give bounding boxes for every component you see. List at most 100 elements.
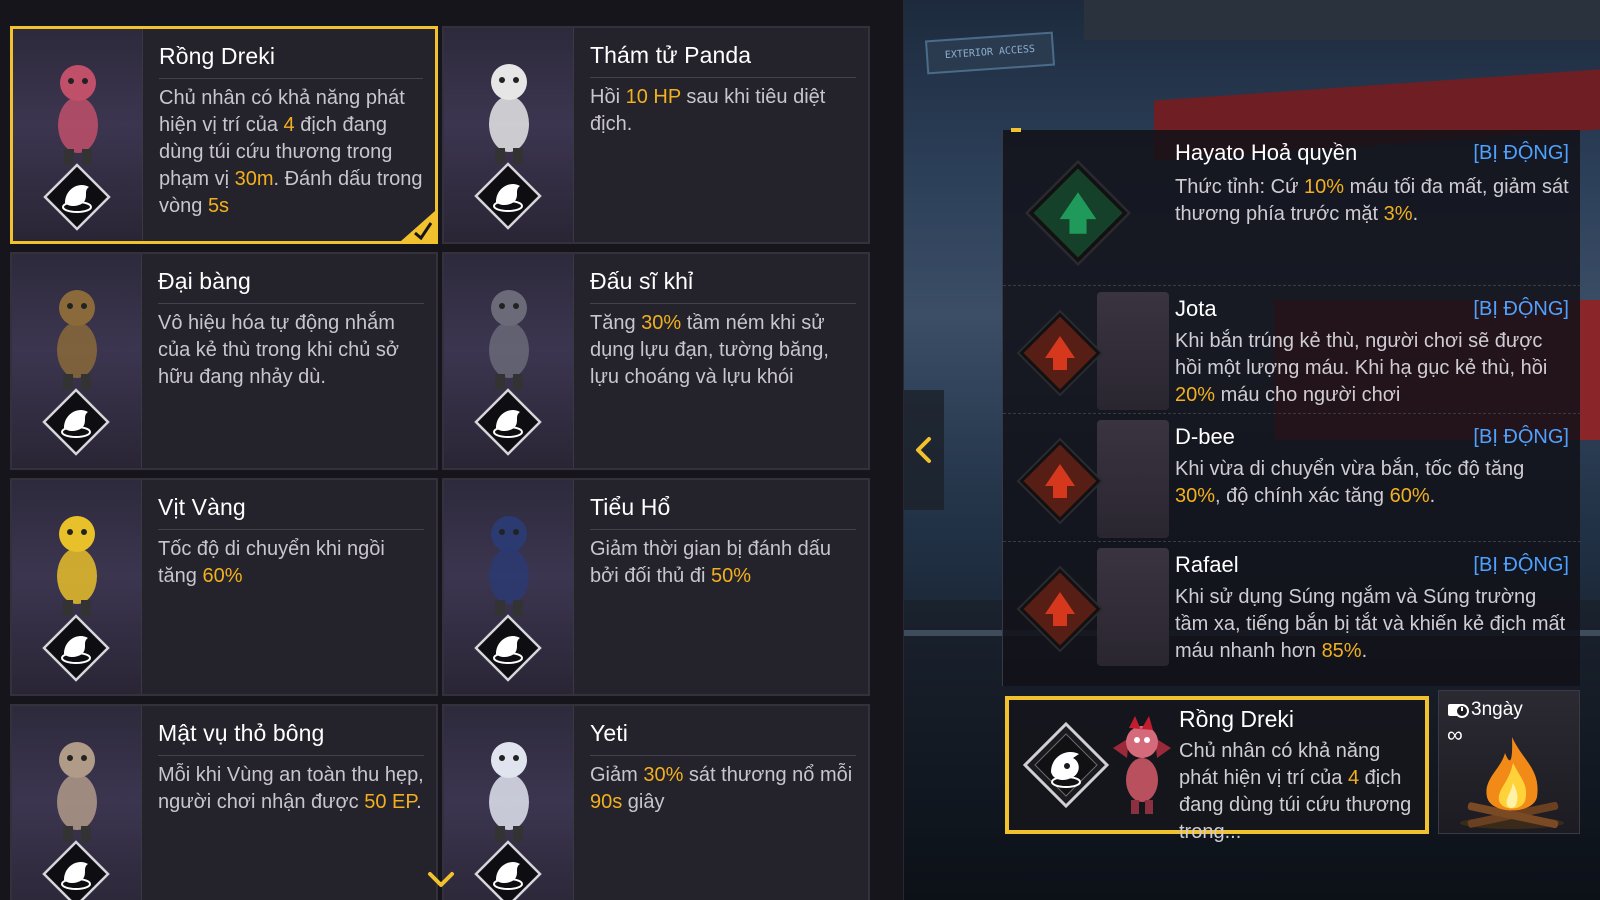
building-roof (1084, 0, 1600, 40)
highlight-value: 5s (207, 195, 230, 217)
pet-figure (56, 516, 97, 616)
ticket-clock-icon (1448, 704, 1469, 718)
selected-check-icon (401, 211, 435, 241)
highlight-value: 85% (1321, 640, 1362, 662)
monkey-throw-icon (474, 388, 542, 456)
pet-figure (488, 290, 529, 390)
armor-up-icon (1024, 159, 1132, 267)
pet-name: Tiểu Hổ (590, 494, 856, 530)
pet-selection-screen: Rồng Dreki Chủ nhân có khả năng phát hiện… (0, 0, 1600, 900)
highlight-value: 20% (1175, 384, 1216, 406)
eagle-icon (42, 388, 110, 456)
highlight-value: 60% (1389, 485, 1430, 507)
skill-type-tag: [BỊ ĐỘNG] (1473, 142, 1569, 164)
skill-description: Thức tỉnh: Cứ 10% máu tối đa mất, giảm s… (1175, 176, 1569, 225)
chevron-left-icon (916, 437, 931, 463)
pet-name: Mật vụ thỏ bông (158, 720, 424, 756)
duck-speed-icon (42, 614, 110, 682)
pet-thumbnail (13, 29, 143, 241)
skill-name: Rafael (1175, 552, 1239, 577)
pet-thumbnail (444, 254, 574, 468)
pet-description: Giảm 30% sát thương nổ mỗi 90s giây (590, 764, 853, 813)
tiger-icon (474, 614, 542, 682)
highlight-value: 4 (1347, 767, 1360, 789)
highlight-value: 30m (234, 168, 274, 190)
scroll-down-chevron-icon[interactable] (424, 868, 458, 892)
highlight-value: 60% (202, 565, 243, 587)
yeti-icon (474, 840, 542, 900)
highlight-value: 10% (1304, 176, 1345, 198)
skill-description: Khi vừa di chuyển vừa bắn, tốc độ tăng 3… (1175, 458, 1525, 507)
pet-thumbnail (444, 706, 574, 900)
skill-type-tag: [BỊ ĐỘNG] (1473, 426, 1569, 448)
pet-figure (56, 290, 97, 390)
pet-card[interactable]: Đại bàng Vô hiệu hóa tự động nhắm của kẻ … (10, 252, 438, 470)
selected-pet-name: Rồng Dreki (1179, 706, 1295, 732)
pet-list-panel[interactable]: Rồng Dreki Chủ nhân có khả năng phát hiện… (0, 0, 904, 900)
skill-row[interactable]: Rafael [BỊ ĐỘNG] Khi sử dụng Súng ngắm và … (1003, 542, 1581, 686)
pet-description: Chủ nhân có khả năng phát hiện vị trí củ… (159, 87, 423, 217)
rabbit-icon (42, 840, 110, 900)
skill-description: Khi sử dụng Súng ngắm và Súng trường tầm… (1175, 586, 1566, 662)
collapse-panel-tab[interactable] (904, 390, 944, 510)
pet-name: Đại bàng (158, 268, 424, 304)
pet-description: Hồi 10 HP sau khi tiêu diệt địch. (590, 86, 826, 135)
skill-row[interactable]: Jota [BỊ ĐỘNG] Khi bắn trúng kẻ thù, người… (1003, 286, 1581, 414)
dragon-eye-icon (1022, 721, 1110, 809)
highlight-value: 50% (710, 565, 751, 587)
pet-description: Tăng 30% tầm ném khi sử dụng lựu đạn, tư… (590, 312, 829, 388)
pet-name: Yeti (590, 720, 856, 756)
pet-thumbnail (12, 480, 142, 694)
pet-figure (488, 64, 529, 164)
highlight-value: 10 HP (625, 86, 681, 108)
pet-dreki-thumbnail (1113, 716, 1171, 814)
pet-description: Mỗi khi Vùng an toàn thu hẹp, người chơi… (158, 764, 424, 813)
character-portrait (1097, 548, 1169, 666)
highlight-value: 30% (643, 764, 684, 786)
skill-name: Hayato Hoả quyền (1175, 140, 1358, 165)
pet-thumbnail (444, 480, 574, 694)
run-aim-icon (1016, 437, 1104, 525)
campfire-item-card[interactable]: 3ngày ∞ (1438, 690, 1580, 834)
pet-card[interactable]: Đấu sĩ khỉ Tăng 30% tầm ném khi sử dụng l… (442, 252, 870, 470)
selected-pet-description: Chủ nhân có khả năng phát hiện vị trí củ… (1179, 740, 1412, 843)
skill-name: Jota (1175, 296, 1217, 321)
equipped-skills-panel: Hayato Hoả quyền [BỊ ĐỘNG] Thức tỉnh: Cứ 1… (1002, 128, 1581, 686)
highlight-value: 90s (590, 791, 623, 813)
pet-card[interactable]: Tiểu Hổ Giảm thời gian bị đánh dấu bởi đố… (442, 478, 870, 696)
pet-card[interactable]: Rồng Dreki Chủ nhân có khả năng phát hiện… (10, 26, 438, 244)
pet-name: Rồng Dreki (159, 43, 423, 79)
pet-card[interactable]: Vịt Vàng Tốc độ di chuyển khi ngồi tăng 6… (10, 478, 438, 696)
character-portrait (1097, 420, 1169, 538)
pet-description: Giảm thời gian bị đánh dấu bởi đối thủ đ… (590, 538, 832, 587)
pet-figure (56, 742, 97, 842)
pet-card[interactable]: Thám tử Panda Hồi 10 HP sau khi tiêu diệt… (442, 26, 870, 244)
pet-card[interactable]: Yeti Giảm 30% sát thương nổ mỗi 90s giây (442, 704, 870, 900)
skill-type-tag: [BỊ ĐỘNG] (1473, 298, 1569, 320)
campfire-icon (1460, 737, 1564, 829)
pet-description: Vô hiệu hóa tự động nhắm của kẻ thù tron… (158, 312, 400, 388)
pet-name: Thám tử Panda (590, 42, 856, 78)
selected-pet-card[interactable]: Rồng Dreki Chủ nhân có khả năng phát hiệ… (1005, 696, 1429, 843)
pet-figure (488, 516, 529, 616)
item-duration: 3ngày (1471, 699, 1523, 720)
character-portrait (1097, 292, 1169, 410)
dragon-eye-icon (43, 163, 111, 231)
skill-row[interactable]: Hayato Hoả quyền [BỊ ĐỘNG] Thức tỉnh: Cứ 1… (1003, 130, 1581, 286)
pet-thumbnail (12, 254, 142, 468)
skill-name: D-bee (1175, 424, 1235, 449)
pet-figure (57, 65, 98, 165)
highlight-value: 3% (1383, 203, 1413, 225)
pet-figure (488, 742, 529, 842)
highlight-value: 4 (283, 114, 295, 136)
highlight-value: 30% (1175, 485, 1216, 507)
pet-card[interactable]: Mật vụ thỏ bông Mỗi khi Vùng an toàn thu … (10, 704, 438, 900)
hp-heal-icon (474, 162, 542, 230)
skill-description: Khi bắn trúng kẻ thù, người chơi sẽ được… (1175, 330, 1548, 406)
pet-thumbnail (12, 706, 142, 900)
exterior-access-sign: EXTERIOR ACCESS (924, 31, 1056, 75)
pet-name: Đấu sĩ khỉ (590, 268, 856, 304)
skill-row[interactable]: D-bee [BỊ ĐỘNG] Khi vừa di chuyển vừa bắn,… (1003, 414, 1581, 542)
highlight-value: 30% (641, 312, 682, 334)
pet-thumbnail (444, 28, 574, 242)
